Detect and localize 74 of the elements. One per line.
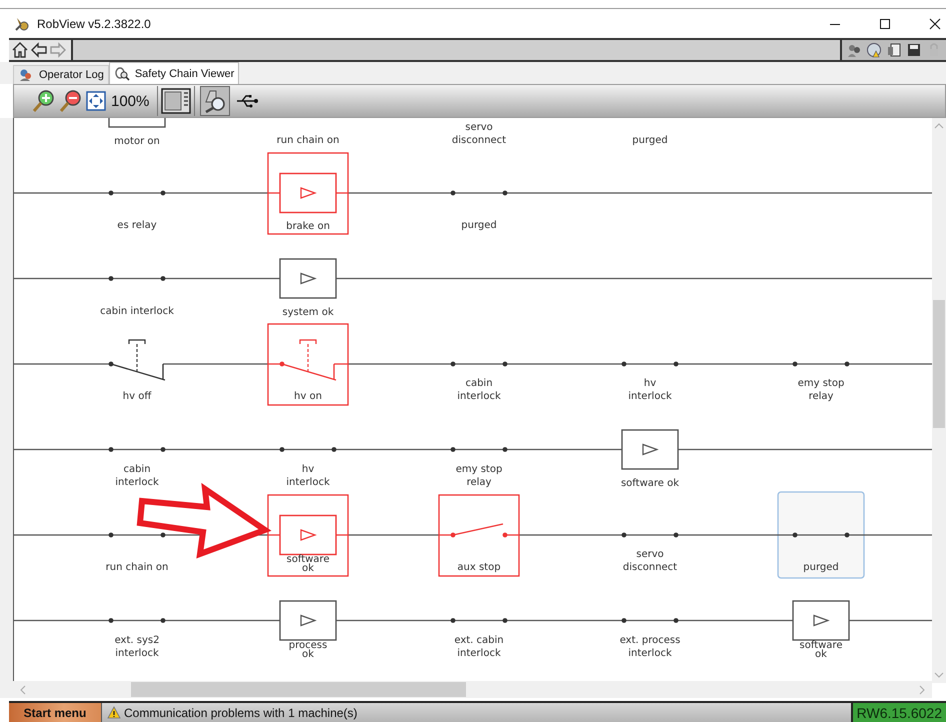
element-label: software ok [286, 555, 330, 573]
element-label: purged [803, 561, 839, 574]
element-label: hv interlock [628, 377, 672, 403]
nc-contact-symbol [106, 339, 168, 381]
contact-symbol [107, 190, 167, 196]
element-label: system ok [282, 308, 334, 316]
vertical-scrollbar-thumb[interactable] [933, 300, 945, 428]
element-label: software ok [620, 478, 680, 488]
element-label: cabin interlock [115, 462, 159, 488]
usb-icon[interactable] [235, 94, 260, 108]
chain-magnifier-icon [114, 66, 130, 80]
tab[interactable]: Operator Log [13, 65, 109, 84]
horizontal-scrollbar-thumb[interactable] [131, 682, 466, 698]
element-label: process ok [288, 640, 328, 658]
contact-symbol [449, 618, 509, 623]
element-label: cabin interlock [100, 304, 174, 318]
close-icon[interactable] [929, 18, 941, 30]
element-label: ext. process interlock [620, 634, 680, 660]
contact-symbol [620, 618, 680, 623]
contact-symbol [107, 447, 167, 452]
version-label: RW6.15.6022 [850, 703, 946, 722]
element-label: ext. sys2 interlock [114, 634, 160, 660]
contact-symbol [620, 532, 680, 538]
element-label: emy stop relay [798, 377, 844, 403]
coil-symbol [279, 600, 337, 641]
element-label: hv off [122, 390, 152, 403]
panel-layout-icon[interactable] [161, 88, 192, 114]
element-label: brake on [286, 222, 330, 231]
element-label: hv on [294, 390, 322, 403]
maximize-icon[interactable] [879, 18, 891, 30]
inspect-button[interactable] [200, 86, 230, 116]
contact-symbol [278, 447, 338, 452]
element-label: run chain on [106, 561, 168, 574]
element-label: ext. cabin interlock [454, 634, 504, 660]
element-label: emy stop relay [456, 462, 502, 488]
contact-symbol [449, 362, 509, 366]
back-arrow-icon[interactable] [30, 41, 48, 59]
element-label: aux stop [457, 561, 501, 574]
start-menu-button[interactable]: Start menu [9, 703, 102, 722]
warning-globe-icon[interactable] [866, 42, 882, 58]
coil-symbol [621, 429, 679, 470]
tab[interactable]: Safety Chain Viewer [108, 62, 240, 84]
contact-symbol [107, 618, 167, 623]
element-label: run chain on [276, 134, 340, 146]
zoom-level: 100% [111, 92, 150, 110]
save-icon[interactable] [906, 42, 922, 58]
element-label: cabin interlock [457, 377, 501, 403]
window-title: RobView v5.2.3822.0 [37, 16, 151, 30]
contact-symbol [449, 447, 509, 452]
document-icon[interactable] [886, 42, 902, 58]
contact-symbol [107, 532, 167, 538]
users-icon[interactable] [846, 42, 862, 58]
operator-icon [18, 68, 34, 82]
contact-symbol [791, 532, 851, 538]
contact-symbol [791, 362, 851, 366]
element-label: servo disconnect [622, 548, 678, 574]
home-icon[interactable] [11, 41, 29, 59]
element-label: software ok [800, 640, 842, 658]
element-label: purged [632, 134, 668, 146]
element-label: servo disconnect [452, 120, 506, 146]
contact-symbol [449, 190, 509, 196]
zoom-out-icon[interactable] [59, 89, 83, 113]
element-label: hv interlock [286, 462, 330, 488]
status-message: Communication problems with 1 machine(s) [124, 706, 358, 720]
contact-symbol [620, 362, 680, 366]
fit-to-window-icon[interactable] [86, 91, 106, 111]
coil-symbol [792, 600, 850, 641]
coil-symbol [279, 258, 337, 299]
contact-symbol [107, 276, 167, 281]
element-label: purged [461, 219, 497, 232]
warning-icon [107, 706, 121, 719]
zoom-in-icon[interactable] [32, 89, 56, 113]
element-label: motor on [114, 136, 160, 146]
element-label: es relay [117, 219, 157, 232]
